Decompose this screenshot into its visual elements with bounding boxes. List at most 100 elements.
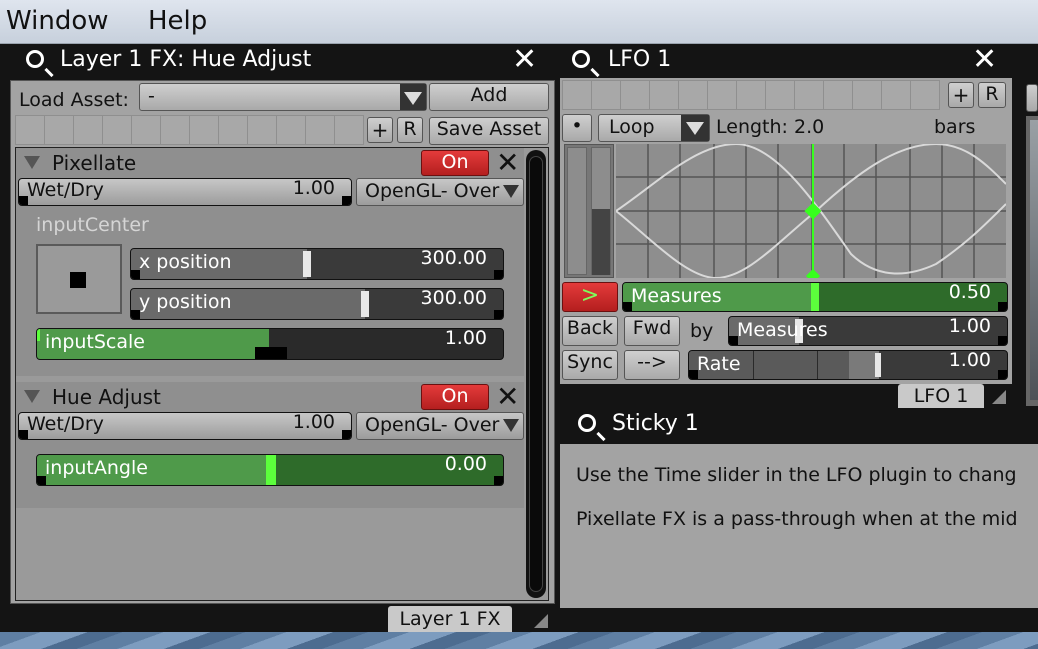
loop-mode-dropdown[interactable]: Loop	[598, 114, 710, 142]
xy-pad-point[interactable]	[70, 272, 86, 288]
collapse-triangle-icon[interactable]	[24, 156, 40, 169]
blend-mode-dropdown[interactable]: OpenGL- Over	[356, 178, 524, 206]
lfo-slot[interactable]	[736, 80, 766, 110]
add-plus-button[interactable]: +	[948, 82, 974, 108]
tab-layer-fx[interactable]: Layer 1 FX	[388, 606, 512, 632]
effect-name: Pixellate	[52, 151, 137, 175]
x-position-slider[interactable]: x position 300.00	[130, 248, 504, 280]
lfo-slot[interactable]	[707, 80, 737, 110]
wetdry-value: 1.00	[292, 412, 335, 433]
close-icon[interactable]: ✕	[972, 45, 997, 75]
remove-effect-icon[interactable]: ✕	[496, 146, 519, 179]
input-angle-label: inputAngle	[45, 457, 148, 479]
asset-slot[interactable]	[189, 115, 219, 145]
by-label: by	[690, 320, 714, 342]
add-button[interactable]: Add	[429, 83, 549, 111]
lfo-slot[interactable]	[678, 80, 708, 110]
asset-slot[interactable]	[15, 115, 45, 145]
layer-fx-body: Load Asset: - Add + R Save Asset Pixella…	[10, 80, 555, 604]
blend-mode-value: OpenGL- Over	[365, 414, 500, 436]
on-toggle-button[interactable]: On	[421, 150, 489, 176]
collapse-triangle-icon[interactable]	[24, 390, 40, 403]
measures-value: 0.50	[948, 282, 991, 303]
sticky-line-1: Use the Time slider in the LFO plugin to…	[576, 464, 1017, 486]
input-angle-slider[interactable]: inputAngle 0.00	[36, 454, 504, 486]
x-position-value: 300.00	[420, 248, 487, 269]
asset-slot[interactable]	[102, 115, 132, 145]
asset-slot[interactable]	[276, 115, 306, 145]
reset-button[interactable]: R	[397, 117, 423, 143]
lfo-slot[interactable]	[794, 80, 824, 110]
lfo-slot[interactable]	[591, 80, 621, 110]
measures-slider[interactable]: Measures 0.50	[622, 282, 1008, 312]
lfo-slot[interactable]	[881, 80, 911, 110]
reset-button[interactable]: R	[978, 82, 1006, 108]
search-icon[interactable]	[572, 50, 592, 72]
menu-window[interactable]: Window	[6, 6, 109, 36]
level-meter	[564, 144, 614, 278]
load-asset-value: -	[148, 85, 155, 107]
wetdry-label: Wet/Dry	[27, 413, 104, 435]
tab-lfo[interactable]: LFO 1	[898, 384, 984, 408]
loop-mode-value: Loop	[609, 116, 655, 138]
wetdry-label: Wet/Dry	[27, 179, 104, 201]
input-scale-label: inputScale	[45, 331, 145, 353]
effect-hue-adjust: Hue Adjust On ✕ Wet/Dry 1.00 OpenGL- Ove…	[16, 380, 524, 508]
wetdry-slider[interactable]: Wet/Dry 1.00	[18, 178, 352, 206]
by-measures-value: 1.00	[948, 316, 991, 337]
y-position-value: 300.00	[420, 288, 487, 309]
next-arrow-button[interactable]: -->	[624, 350, 680, 380]
lfo-slot[interactable]	[620, 80, 650, 110]
add-plus-button[interactable]: +	[367, 117, 393, 143]
asset-slot[interactable]	[131, 115, 161, 145]
sticky-title: Sticky 1	[612, 411, 699, 436]
asset-slot[interactable]	[73, 115, 103, 145]
resize-grip-icon[interactable]	[534, 614, 548, 628]
lfo-slot[interactable]	[649, 80, 679, 110]
effect-pixellate: Pixellate On ✕ Wet/Dry 1.00 OpenGL- Over…	[16, 146, 524, 376]
search-icon[interactable]	[26, 50, 46, 72]
effect-list-scrollbar[interactable]	[526, 150, 546, 598]
length-label: Length: 2.0	[716, 116, 825, 138]
on-toggle-button[interactable]: On	[421, 384, 489, 410]
chevron-down-icon	[681, 115, 709, 141]
scrollbar-thumb[interactable]	[529, 156, 543, 592]
back-button[interactable]: Back	[562, 316, 618, 346]
sticky-window: Sticky 1 Use the Time slider in the LFO …	[560, 408, 1038, 632]
by-measures-slider[interactable]: Measures 1.00	[728, 316, 1008, 346]
xy-pad[interactable]	[36, 244, 122, 314]
lfo-slot[interactable]	[823, 80, 853, 110]
search-icon[interactable]	[578, 414, 598, 436]
record-dot-button[interactable]: •	[562, 114, 592, 142]
asset-slot[interactable]	[247, 115, 277, 145]
chevron-down-icon	[503, 419, 519, 432]
wetdry-value: 1.00	[292, 178, 335, 199]
lfo-slot[interactable]	[852, 80, 882, 110]
resize-grip-icon[interactable]	[992, 390, 1006, 404]
asset-slot[interactable]	[305, 115, 335, 145]
save-asset-button[interactable]: Save Asset	[429, 117, 549, 145]
remove-effect-icon[interactable]: ✕	[496, 380, 519, 413]
asset-slot[interactable]	[334, 115, 364, 145]
sync-button[interactable]: Sync	[562, 350, 618, 380]
effect-list: Pixellate On ✕ Wet/Dry 1.00 OpenGL- Over…	[15, 147, 549, 601]
asset-slot[interactable]	[44, 115, 74, 145]
lfo-slot[interactable]	[765, 80, 795, 110]
lfo-slot[interactable]	[562, 80, 592, 110]
load-asset-dropdown[interactable]: -	[139, 83, 427, 111]
y-position-slider[interactable]: y position 300.00	[130, 288, 504, 320]
rate-slider[interactable]: Rate 1.00	[688, 350, 1008, 380]
wetdry-slider[interactable]: Wet/Dry 1.00	[18, 412, 352, 440]
blend-mode-dropdown[interactable]: OpenGL- Over	[356, 412, 524, 440]
chevron-down-icon	[400, 84, 426, 110]
forward-button[interactable]: Fwd	[624, 316, 680, 346]
menu-help[interactable]: Help	[148, 6, 207, 36]
load-asset-label: Load Asset:	[19, 89, 129, 111]
asset-slot[interactable]	[160, 115, 190, 145]
play-button[interactable]: >	[562, 282, 618, 312]
lfo-waveform-graph[interactable]	[616, 144, 1006, 278]
close-icon[interactable]: ✕	[512, 45, 537, 75]
lfo-slot[interactable]	[910, 80, 940, 110]
asset-slot[interactable]	[218, 115, 248, 145]
input-scale-slider[interactable]: inputScale 1.00	[36, 328, 504, 360]
